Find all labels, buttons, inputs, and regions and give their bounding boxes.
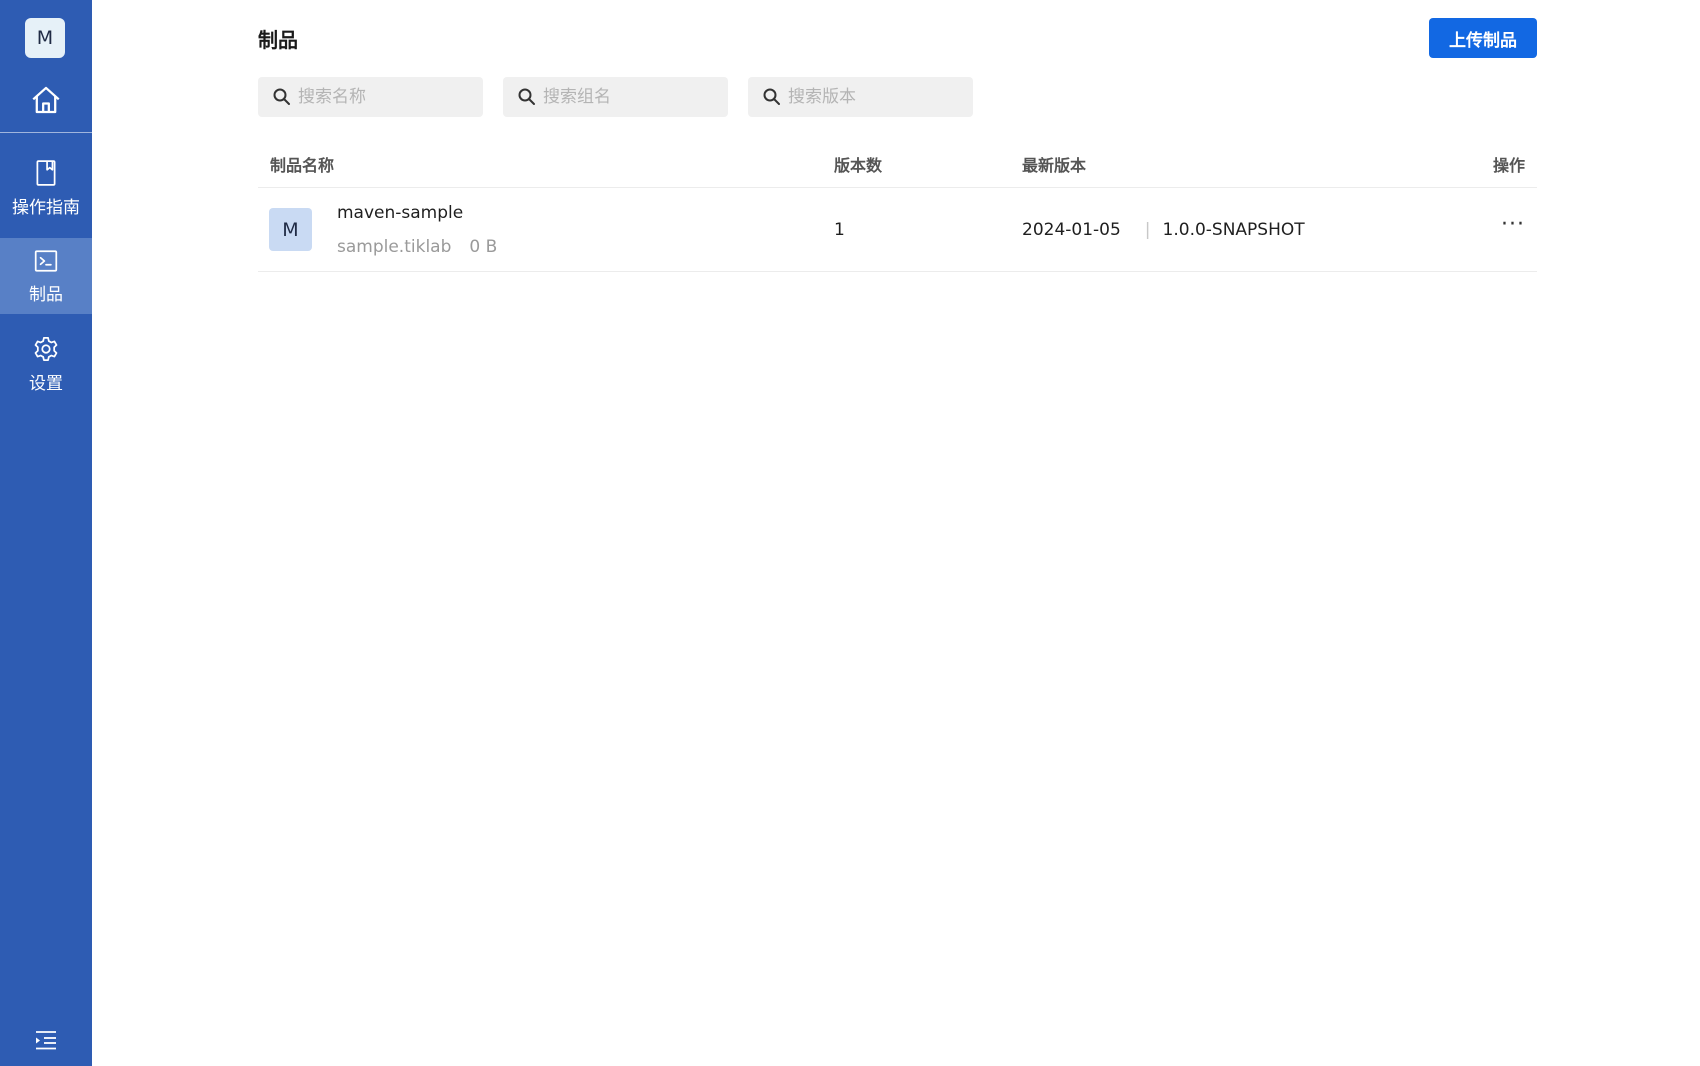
search-icon [762,87,782,107]
column-header-actions: 操作 [1492,156,1525,175]
more-actions-button[interactable]: ··· [1501,212,1525,237]
search-icon [272,87,292,107]
app-root: M 操作指南 制品 设置 制品 上传制品 搜索名称 搜索组名 搜索版本 制品名称… [0,0,1700,1066]
search-version-box [748,77,973,117]
search-group-input[interactable] [541,86,725,108]
version-count: 1 [834,220,845,240]
sidebar-item-settings[interactable]: 设置 [0,326,92,402]
search-name-input[interactable] [296,86,480,108]
column-header-latest-version: 最新版本 [1022,156,1087,175]
latest-version-label: 1.0.0-SNAPSHOT [1162,220,1305,240]
product-name-link[interactable]: maven-sample [337,203,463,223]
product-group: sample.tiklab [337,237,452,257]
search-name-box [258,77,483,117]
search-icon [517,87,537,107]
product-meta: sample.tiklab 0 B [337,237,497,257]
sidebar: M 操作指南 制品 设置 [0,0,92,1066]
column-header-name: 制品名称 [270,156,335,175]
home-button[interactable] [0,68,92,133]
sidebar-item-label: 设置 [29,373,63,394]
terminal-icon [34,249,58,272]
repository-avatar[interactable]: M [25,18,65,58]
divider: | [1144,220,1151,240]
product-size: 0 B [469,237,498,257]
search-version-input[interactable] [786,86,970,108]
products-table: 制品名称 版本数 最新版本 操作 M maven-sample sample.t… [258,142,1537,272]
table-row[interactable]: M maven-sample sample.tiklab 0 B 1 2024-0… [258,188,1537,272]
latest-date: 2024-01-05 [1022,220,1121,240]
home-icon [32,86,60,114]
sidebar-item-products[interactable]: 制品 [0,238,92,314]
gear-icon [34,336,58,361]
sidebar-collapse-button[interactable] [0,1022,92,1058]
menu-indent-icon [36,1031,56,1050]
table-header: 制品名称 版本数 最新版本 操作 [258,142,1537,188]
sidebar-item-label: 操作指南 [12,197,80,218]
sidebar-item-guide[interactable]: 操作指南 [0,150,92,226]
upload-product-button[interactable]: 上传制品 [1429,18,1537,58]
latest-version: 2024-01-05 | 1.0.0-SNAPSHOT [1022,220,1305,240]
book-icon [36,159,56,186]
search-group-box [503,77,728,117]
sidebar-item-label: 制品 [29,284,63,305]
column-header-version-count: 版本数 [834,156,883,175]
page-title: 制品 [258,28,298,52]
product-avatar: M [269,208,312,251]
